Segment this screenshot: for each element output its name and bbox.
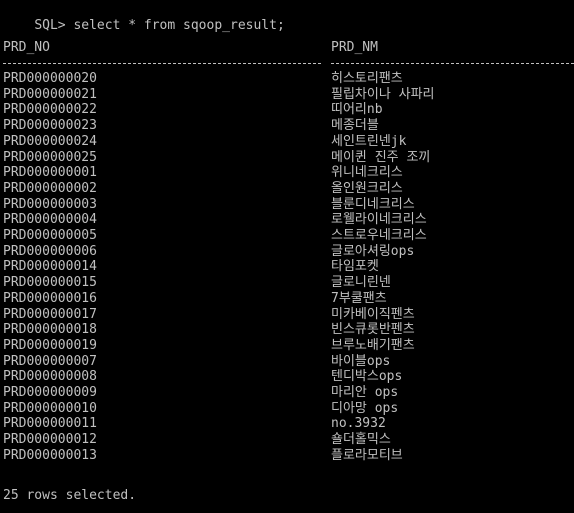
table-row-prd-no: PRD000000009 [3,385,97,400]
table-row-prd-nm: 로웰라이네크리스 [331,212,427,227]
table-row-prd-nm: 블룬디네크리스 [331,197,415,212]
table-row-prd-nm: 위니네크리스 [331,165,403,180]
table-row-prd-nm: 히스토리팬츠 [331,71,403,86]
table-row-prd-nm: 메종더블 [331,118,379,133]
table-row-prd-nm: 텐디박스ops [331,369,403,384]
table-row-prd-nm: 타임포켓 [331,259,379,274]
table-row-prd-nm: 올인원크리스 [331,181,403,196]
table-row-prd-no: PRD000000005 [3,228,97,243]
table-row-prd-nm: 스트로우네크리스 [331,228,427,243]
table-row-prd-nm: 플로라모티브 [331,448,403,463]
table-row-prd-no: PRD000000003 [3,197,97,212]
table-row-prd-nm: 빈스큐롯반펜츠 [331,322,415,337]
table-row-prd-nm: 브루노배기팬츠 [331,338,415,353]
table-row-prd-nm: 숄더홀믹스 [331,432,391,447]
result-rows: PRD000000020 히스토리팬츠 PRD000000021 필립차이나 사파리 P… [0,0,574,513]
table-row-prd-nm: 메이퀸 진주 조끼 [331,150,431,165]
rows-selected-footer: 25 rows selected. [3,488,137,503]
table-row-prd-nm: 글로니린넨 [331,275,391,290]
table-row-prd-no: PRD000000015 [3,275,97,290]
table-row-prd-no: PRD000000019 [3,338,97,353]
table-row-prd-no: PRD000000023 [3,118,97,133]
table-row-prd-no: PRD000000002 [3,181,97,196]
table-row-prd-no: PRD000000004 [3,212,97,227]
table-row-prd-no: PRD000000020 [3,71,97,86]
table-row-prd-no: PRD000000025 [3,150,97,165]
table-row-prd-nm: 미카베이직펜츠 [331,307,415,322]
table-row-prd-no: PRD000000011 [3,416,97,431]
table-row-prd-no: PRD000000001 [3,165,97,180]
table-row-prd-nm: no.3932 [331,416,386,431]
table-row-prd-no: PRD000000014 [3,259,97,274]
table-row-prd-no: PRD000000012 [3,432,97,447]
table-row-prd-no: PRD000000016 [3,291,97,306]
table-row-prd-nm: 디아망 ops [331,401,399,416]
table-row-prd-nm: 7부쿨팬츠 [331,291,387,306]
table-row-prd-no: PRD000000013 [3,448,97,463]
table-row-prd-no: PRD000000006 [3,244,97,259]
table-row-prd-nm: 바이블ops [331,354,391,369]
table-row-prd-no: PRD000000008 [3,369,97,384]
table-row-prd-no: PRD000000021 [3,87,97,102]
table-row-prd-no: PRD000000010 [3,401,97,416]
table-row-prd-nm: 필립차이나 사파리 [331,87,435,102]
table-row-prd-nm: 세인트린넨jk [331,134,407,149]
table-row-prd-nm: 마리안 ops [331,385,399,400]
table-row-prd-no: PRD000000018 [3,322,97,337]
table-row-prd-no: PRD000000022 [3,102,97,117]
table-row-prd-nm: 글로아셔링ops [331,244,415,259]
table-row-prd-no: PRD000000024 [3,134,97,149]
table-row-prd-no: PRD000000007 [3,354,97,369]
table-row-prd-nm: 띠어리nb [331,102,383,117]
table-row-prd-no: PRD000000017 [3,307,97,322]
console-window[interactable]: SQL> select * from sqoop_result; PRD_NO … [0,0,574,513]
